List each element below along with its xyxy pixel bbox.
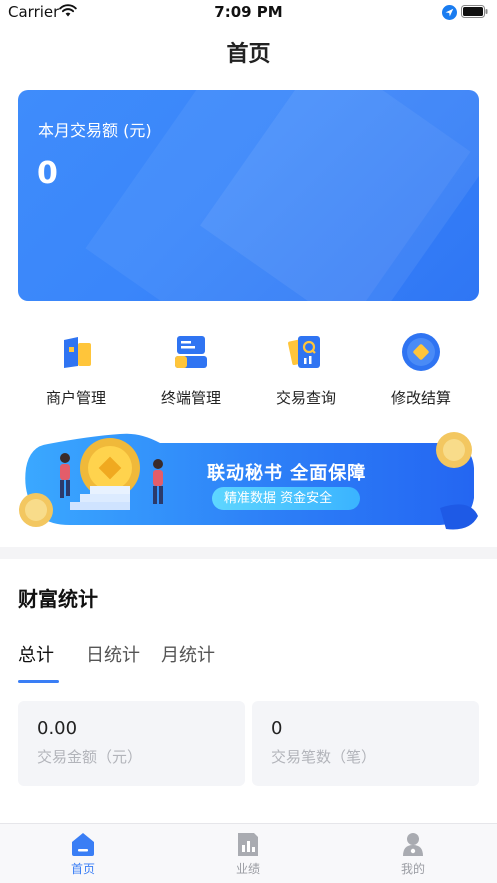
transaction-count-label: 交易笔数（笔） [271, 748, 377, 766]
transaction-amount-value: 0.00 [37, 718, 78, 739]
transaction-count-value: 0 [271, 718, 283, 739]
quick-menu: 商户管理 终端管理 交易查询 修改结算 [0, 330, 497, 410]
monthly-transaction-label: 本月交易额 (元) [38, 121, 152, 140]
bottom-tab-bar: 首页 业绩 我的 [0, 823, 497, 883]
banner-tagline: 精准数据 资金安全 [212, 487, 360, 510]
tab-monthly[interactable]: 月统计 [161, 641, 215, 667]
transaction-amount-label: 交易金额（元） [37, 748, 143, 766]
merchant-management-button[interactable]: 商户管理 [26, 330, 126, 408]
tabbar-home[interactable]: 首页 [33, 830, 133, 877]
transaction-search-icon [288, 336, 320, 368]
merchant-management-label: 商户管理 [45, 389, 106, 407]
tabbar-performance[interactable]: 业绩 [198, 830, 298, 877]
tabbar-profile-label: 我的 [400, 862, 425, 876]
home-icon [72, 833, 94, 856]
tab-daily[interactable]: 日统计 [86, 641, 140, 667]
status-bar: Carrier 7:09 PM [0, 0, 497, 26]
clock-time: 7:09 PM [214, 3, 283, 21]
modify-settlement-button[interactable]: 修改结算 [371, 330, 471, 408]
merchant-icon [64, 337, 91, 368]
tabbar-profile[interactable]: 我的 [363, 830, 463, 877]
section-divider [0, 547, 497, 559]
tabbar-performance-label: 业绩 [235, 862, 260, 876]
page-title: 首页 [226, 42, 271, 67]
terminal-management-label: 终端管理 [160, 389, 221, 407]
performance-icon [238, 833, 258, 856]
transaction-count-card: 0 交易笔数（笔） [252, 701, 479, 786]
wealth-statistics-title: 财富统计 [18, 587, 98, 611]
active-tab-indicator [18, 680, 59, 683]
monthly-transaction-value: 0 [37, 156, 58, 191]
settlement-icon [402, 333, 440, 371]
tab-total[interactable]: 总计 [18, 641, 54, 667]
terminal-management-button[interactable]: 终端管理 [141, 330, 241, 408]
profile-icon [403, 833, 423, 856]
modify-settlement-label: 修改结算 [390, 389, 451, 407]
location-arrow-icon [442, 5, 457, 20]
transaction-search-label: 交易查询 [275, 389, 336, 407]
transaction-search-button[interactable]: 交易查询 [256, 330, 356, 408]
tabbar-home-label: 首页 [70, 862, 95, 876]
battery-icon [461, 5, 488, 18]
terminal-icon [175, 336, 207, 368]
transaction-amount-card: 0.00 交易金额（元） [18, 701, 245, 786]
banner-headline: 联动秘书 全面保障 [207, 463, 367, 484]
monthly-transaction-card: 本月交易额 (元) 0 [18, 90, 479, 301]
